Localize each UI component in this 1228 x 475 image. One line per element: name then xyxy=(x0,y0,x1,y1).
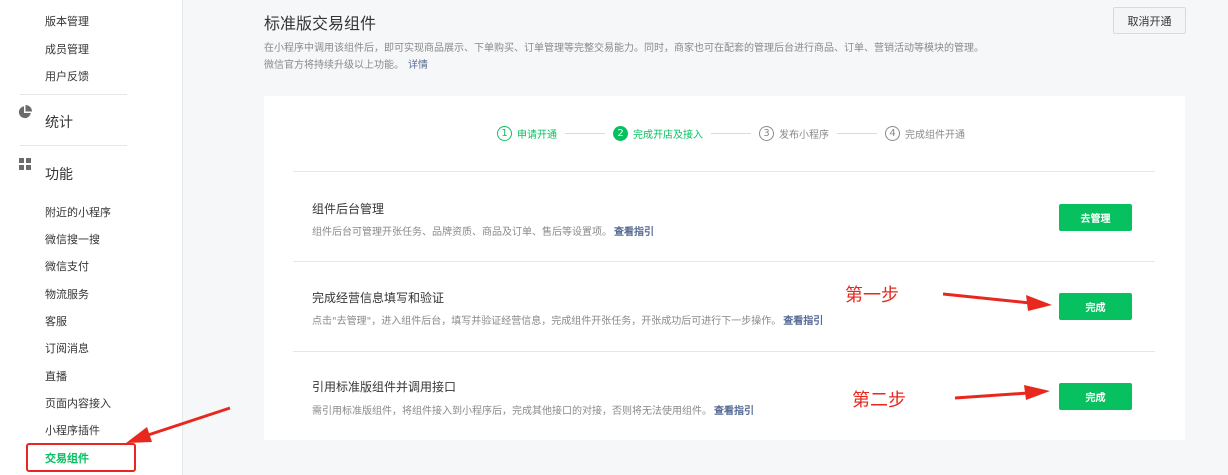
step-complete: 4 完成组件开通 xyxy=(885,125,965,141)
sidebar-item-service[interactable]: 客服 xyxy=(45,313,67,329)
api-done-button[interactable]: 完成 xyxy=(1059,383,1132,410)
manage-button[interactable]: 去管理 xyxy=(1059,204,1132,231)
step-label: 完成组件开通 xyxy=(905,129,965,141)
page-title: 标准版交易组件 xyxy=(264,14,377,33)
sidebar-item-feedback[interactable]: 用户反馈 xyxy=(45,68,89,84)
sidebar-item-pay[interactable]: 微信支付 xyxy=(45,258,89,274)
sidebar-item-page-content[interactable]: 页面内容接入 xyxy=(45,395,111,411)
description-line-1: 在小程序中调用该组件后，即可实现商品展示、下单购买、订单管理等完整交易能力。同时… xyxy=(264,43,984,54)
step-label: 申请开通 xyxy=(517,129,557,141)
description-line-2: 微信官方将持续升级以上功能。 详情 xyxy=(264,60,428,71)
row-desc-admin: 组件后台可管理开张任务、品牌资质、商品及订单、售后等设置项。 查看指引 xyxy=(312,227,654,238)
row-divider xyxy=(293,351,1155,352)
step-connector xyxy=(837,132,877,134)
business-info-done-button[interactable]: 完成 xyxy=(1059,293,1132,320)
sidebar-item-live[interactable]: 直播 xyxy=(45,368,67,384)
sidebar-section-stats-label: 统计 xyxy=(45,115,73,131)
sidebar-section-functions-label: 功能 xyxy=(45,167,73,183)
step-publish: 3 发布小程序 xyxy=(759,125,829,141)
step-number: 3 xyxy=(759,125,774,141)
step-apply: 1 申请开通 xyxy=(497,125,557,141)
guide-link[interactable]: 查看指引 xyxy=(614,227,654,238)
sidebar: 版本管理 成员管理 用户反馈 统计 功能 附近的小程序 微信搜一搜 微信支付 物… xyxy=(0,0,183,475)
sidebar-item-version[interactable]: 版本管理 xyxy=(45,13,89,29)
sidebar-item-plugin[interactable]: 小程序插件 xyxy=(45,422,100,438)
row-title-admin: 组件后台管理 xyxy=(312,202,385,216)
sidebar-item-search[interactable]: 微信搜一搜 xyxy=(45,231,100,247)
row-divider xyxy=(293,171,1155,172)
highlight-box xyxy=(26,443,136,472)
row-desc-api: 需引用标准版组件，将组件接入到小程序后，完成其他接口的对接，否则将无法使用组件。… xyxy=(312,406,754,417)
sidebar-item-members[interactable]: 成员管理 xyxy=(45,41,89,57)
sidebar-item-nearby[interactable]: 附近的小程序 xyxy=(45,204,111,220)
grid-icon xyxy=(19,158,31,170)
row-desc-business-info: 点击"去管理"，进入组件后台，填写并验证经营信息，完成组件开张任务，开张成功后可… xyxy=(312,316,824,327)
pie-chart-icon xyxy=(18,105,32,119)
cancel-subscription-button[interactable]: 取消开通 xyxy=(1113,7,1186,34)
progress-steps: 1 申请开通 2 完成开店及接入 3 发布小程序 4 完成组件开通 xyxy=(497,124,965,142)
step-open-store: 2 完成开店及接入 xyxy=(613,125,703,141)
step-number: 4 xyxy=(885,125,900,141)
step-label: 发布小程序 xyxy=(779,129,829,141)
guide-link[interactable]: 查看指引 xyxy=(783,316,823,327)
step-number: 1 xyxy=(497,125,512,141)
sidebar-item-logistics[interactable]: 物流服务 xyxy=(45,286,89,302)
guide-link[interactable]: 查看指引 xyxy=(714,406,754,417)
row-title-api: 引用标准版组件并调用接口 xyxy=(312,380,457,394)
step-number: 2 xyxy=(613,125,628,141)
page-description: 在小程序中调用该组件后，即可实现商品展示、下单购买、订单管理等完整交易能力。同时… xyxy=(264,40,1064,74)
row-divider xyxy=(293,261,1155,262)
step-label: 完成开店及接入 xyxy=(633,129,703,141)
row-title-business-info: 完成经营信息填写和验证 xyxy=(312,291,445,305)
sidebar-item-subscribe[interactable]: 订阅消息 xyxy=(45,340,89,356)
step-connector xyxy=(565,132,605,134)
detail-link[interactable]: 详情 xyxy=(408,60,428,71)
sidebar-divider xyxy=(20,94,127,95)
sidebar-divider xyxy=(20,145,127,146)
annotation-step-1: 第一步 xyxy=(845,285,899,306)
annotation-step-2: 第二步 xyxy=(852,390,906,411)
step-connector xyxy=(711,132,751,134)
